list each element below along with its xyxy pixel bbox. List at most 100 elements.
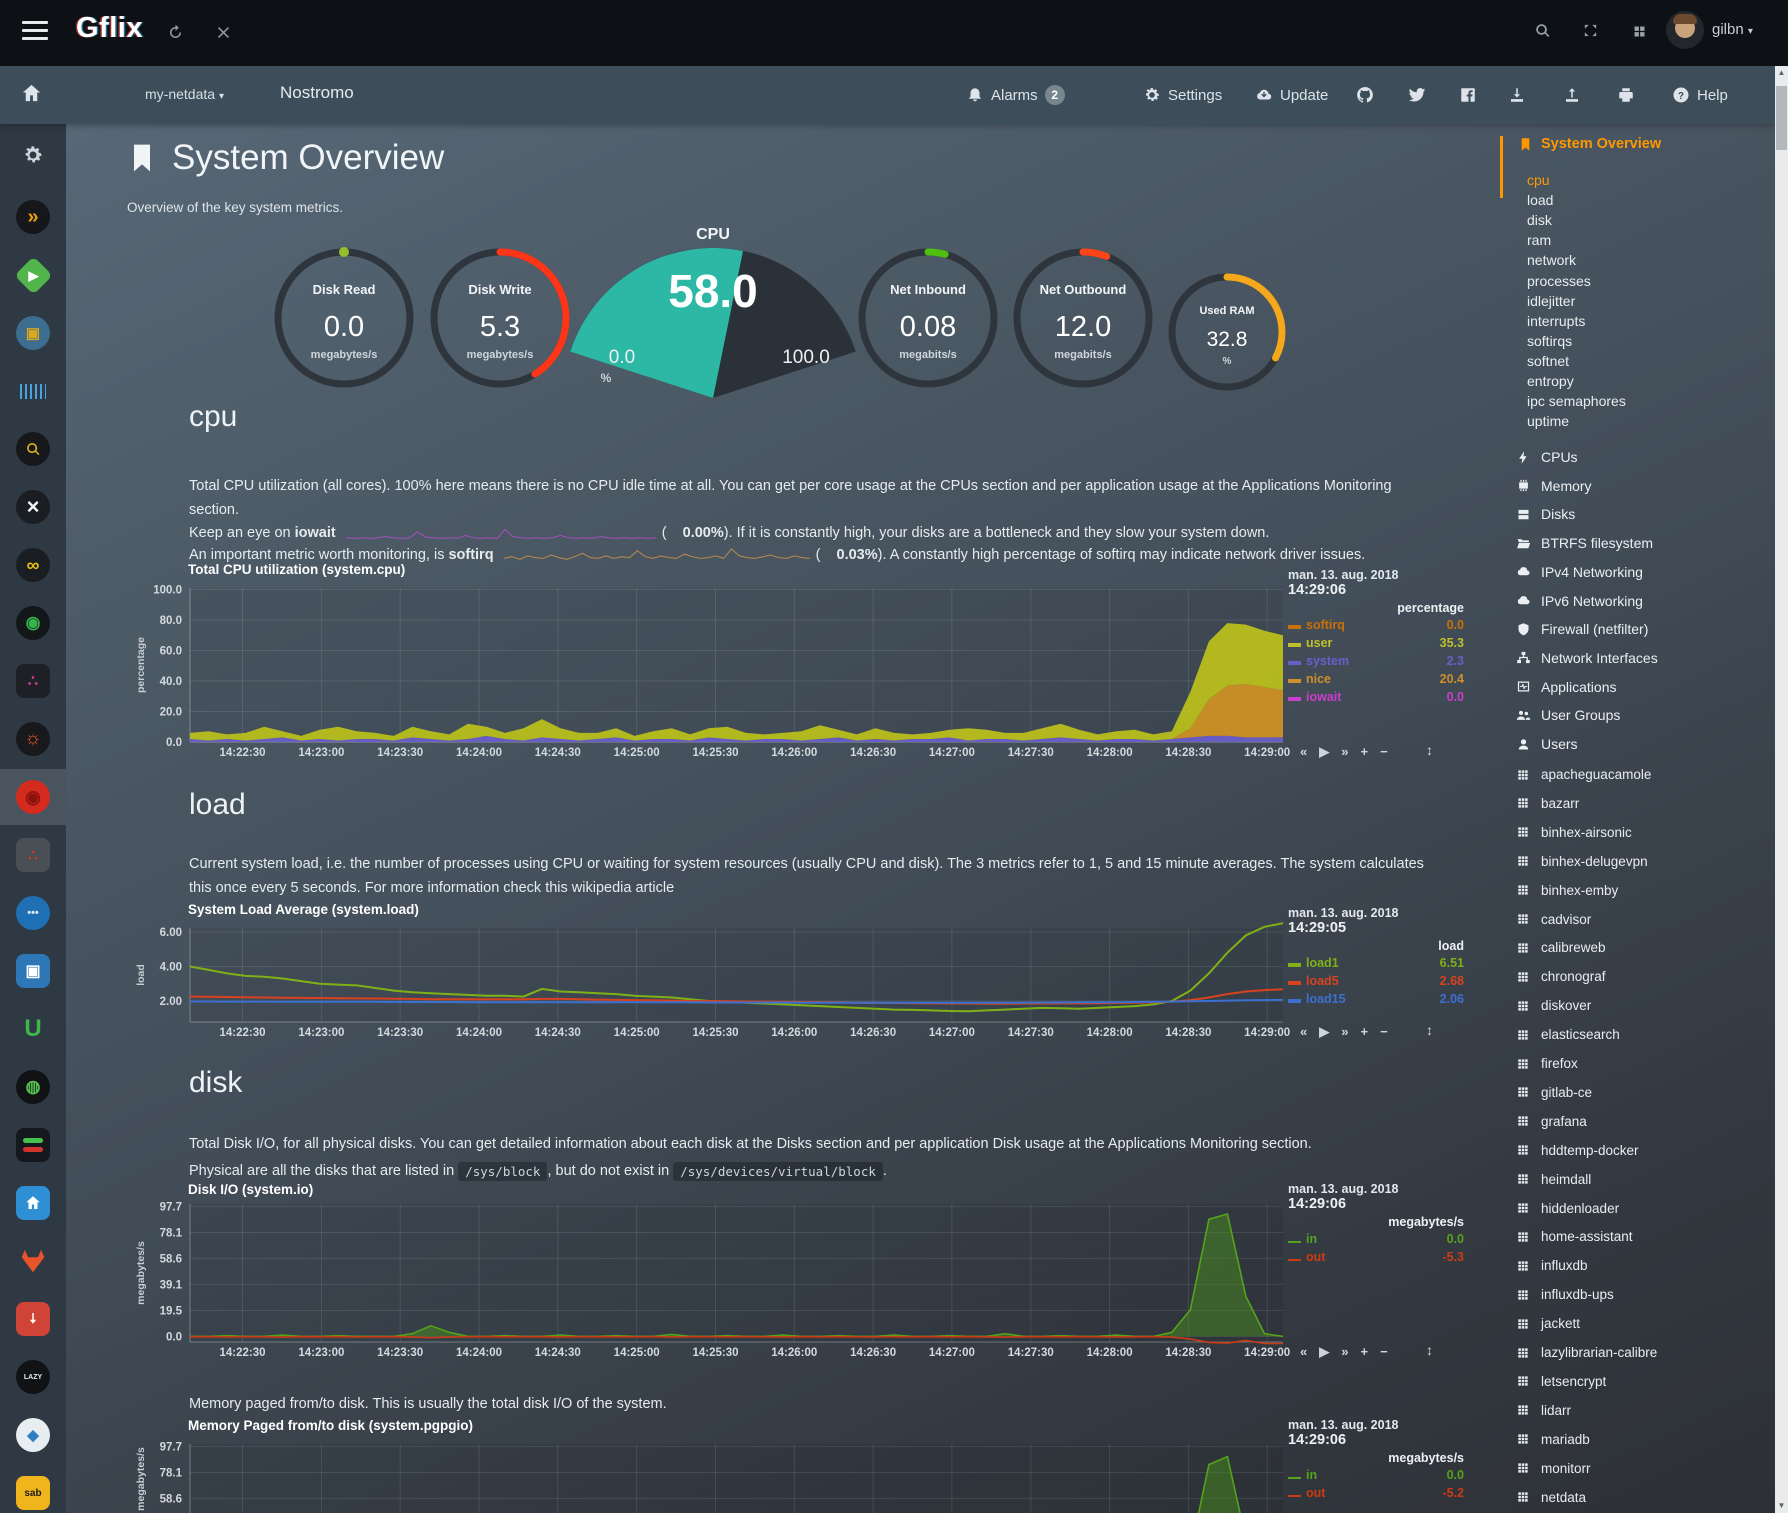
server-dropdown[interactable]: my-netdata ▾ [145,86,224,102]
sidebar-app-jackett[interactable]: jackett [1516,1316,1580,1331]
user-menu[interactable]: gilbn ▾ [1712,21,1753,38]
vertical-scrollbar[interactable]: ▲ ▼ [1775,66,1788,1513]
refresh-tab-icon[interactable] [166,23,185,42]
chart-resize-handle[interactable]: ↕ [1426,1342,1433,1358]
ndbar-twitter-button[interactable] [1408,66,1426,124]
rail-app-get-app[interactable] [0,1300,66,1338]
pan-forward-icon[interactable]: » [1341,1024,1348,1040]
sidebar-item-uptime[interactable]: uptime [1527,413,1569,429]
ndbar-upload-button[interactable] [1563,66,1581,124]
gauge-used-ram[interactable]: Used RAM 32.8 % [1158,263,1296,401]
sidebar-section-cpus[interactable]: CPUs [1516,449,1578,465]
sidebar-app-elasticsearch[interactable]: elasticsearch [1516,1027,1620,1042]
sidebar-app-binhex-delugevpn[interactable]: binhex-delugevpn [1516,854,1648,869]
scroll-up-arrow[interactable]: ▲ [1775,66,1788,80]
disk-io-chart[interactable]: 14:22:3014:23:0014:23:3014:24:0014:24:30… [130,1180,1470,1372]
sidebar-app-mariadb[interactable]: mariadb [1516,1432,1590,1447]
rail-app-portainer[interactable]: ▣ [0,952,66,990]
sidebar-item-cpu[interactable]: cpu [1527,172,1550,188]
ndbar-help-button[interactable]: ?Help [1672,66,1728,124]
sidebar-app-diskover[interactable]: diskover [1516,998,1591,1013]
zoom-in-icon[interactable]: + [1360,1024,1368,1040]
ndbar-settings-button[interactable]: Settings [1143,66,1222,124]
rail-app-status-app[interactable] [0,1126,66,1164]
zoom-in-icon[interactable]: + [1360,1344,1368,1360]
sidebar-app-binhex-airsonic[interactable]: binhex-airsonic [1516,825,1632,840]
rail-app-unraid[interactable]: U [0,1010,66,1048]
sidebar-item-idlejitter[interactable]: idlejitter [1527,293,1575,309]
app-title[interactable]: Gflix [76,12,143,45]
sidebar-app-chronograf[interactable]: chronograf [1516,969,1606,984]
chart-plot[interactable]: 14:22:3014:23:0014:23:3014:24:0014:24:30… [130,900,1470,1050]
zoom-in-icon[interactable]: + [1360,744,1368,760]
play-icon[interactable]: ▶ [1319,1024,1329,1040]
legend-nice[interactable]: nice 20.4 [1288,670,1464,688]
sidebar-app-monitorr[interactable]: monitorr [1516,1461,1591,1476]
sidebar-app-netdata[interactable]: netdata [1516,1490,1586,1505]
pan-back-icon[interactable]: « [1300,1344,1307,1360]
sidebar-app-gitlab-ce[interactable]: gitlab-ce [1516,1085,1592,1100]
hostname[interactable]: Nostromo [280,83,354,103]
sidebar-item-softnet[interactable]: softnet [1527,353,1569,369]
sidebar-section-system-overview[interactable]: System Overview [1518,136,1661,152]
sidebar-item-interrupts[interactable]: interrupts [1527,313,1585,329]
rail-app-tautulli[interactable]: ▣ [0,314,66,352]
rail-app-netdata[interactable]: ◉ [0,778,66,816]
cpu-chart[interactable]: 14:22:3014:23:0014:23:3014:24:0014:24:30… [130,560,1470,774]
sidebar-section-btrfs-filesystem[interactable]: BTRFS filesystem [1516,535,1653,551]
zoom-out-icon[interactable]: − [1380,744,1388,760]
scroll-down-arrow[interactable]: ▼ [1775,1499,1788,1513]
sidebar-app-hiddenloader[interactable]: hiddenloader [1516,1201,1619,1216]
sidebar-section-memory[interactable]: Memory [1516,478,1592,494]
ndbar-printer-button[interactable] [1617,66,1635,124]
scrollbar-thumb[interactable] [1776,86,1787,150]
legend-load1[interactable]: load1 6.51 [1288,954,1464,972]
home-icon[interactable] [20,82,43,105]
rail-app-synclounge[interactable]: ∴ [0,662,66,700]
ndbar-github-button[interactable] [1356,66,1374,124]
sidebar-section-firewall-netfilter-[interactable]: Firewall (netfilter) [1516,621,1648,637]
ndbar-facebook-button[interactable] [1459,66,1477,124]
fullscreen-icon[interactable] [1582,22,1599,39]
sidebar-item-ipc-semaphores[interactable]: ipc semaphores [1527,393,1626,409]
sidebar-section-disks[interactable]: Disks [1516,506,1575,522]
sidebar-item-entropy[interactable]: entropy [1527,373,1574,389]
apps-grid-icon[interactable] [1632,24,1647,39]
ndbar-alarms-button[interactable]: Alarms2 [966,66,1065,124]
sidebar-section-ipv6-networking[interactable]: IPv6 Networking [1516,593,1643,609]
sidebar-app-firefox[interactable]: firefox [1516,1056,1578,1071]
sidebar-app-grafana[interactable]: grafana [1516,1114,1587,1129]
legend-in[interactable]: in 0.0 [1288,1230,1464,1248]
rail-app-couchpotato[interactable]: ◉ [0,604,66,642]
sidebar-item-ram[interactable]: ram [1527,232,1551,248]
sidebar-app-calibreweb[interactable]: calibreweb [1516,940,1606,955]
sidebar-section-applications[interactable]: Applications [1516,679,1617,695]
gauge-disk-read[interactable]: Disk Read 0.0 megabytes/s [264,238,424,398]
sidebar-item-softirqs[interactable]: softirqs [1527,333,1572,349]
pgpgio-chart[interactable]: 97.778.158.6megabytes/sMemory Paged from… [130,1416,1470,1513]
play-icon[interactable]: ▶ [1319,744,1329,760]
sidebar-app-influxdb[interactable]: influxdb [1516,1258,1588,1273]
rail-app-plex[interactable]: » [0,198,66,236]
rail-app-sonarr[interactable]: ∞ [0,546,66,584]
ndbar-update-button[interactable]: Update [1255,66,1328,124]
menu-icon[interactable] [22,21,48,43]
gauge-cpu[interactable]: 58.0 0.0 % 100.0 [563,225,863,415]
sidebar-section-ipv4-networking[interactable]: IPv4 Networking [1516,564,1643,580]
sidebar-item-disk[interactable]: disk [1527,212,1552,228]
legend-load5[interactable]: load5 2.68 [1288,972,1464,990]
legend-load15[interactable]: load15 2.06 [1288,990,1464,1008]
sidebar-app-heimdall[interactable]: heimdall [1516,1172,1591,1187]
search-icon[interactable] [1534,22,1552,40]
rail-app-rutorrent[interactable]: ◍ [0,1068,66,1106]
rail-app-deluge[interactable]: ••• [0,894,66,932]
legend-in[interactable]: in 0.0 [1288,1466,1464,1484]
sidebar-app-lazylibrarian-calibre[interactable]: lazylibrarian-calibre [1516,1345,1657,1360]
rail-app-sabnzbd[interactable]: sab [0,1474,66,1512]
rail-app-jackett[interactable] [0,430,66,468]
zoom-out-icon[interactable]: − [1380,1344,1388,1360]
sidebar-app-letsencrypt[interactable]: letsencrypt [1516,1374,1606,1389]
rail-app-jdownloader[interactable]: ∴ [0,836,66,874]
sidebar-section-network-interfaces[interactable]: Network Interfaces [1516,650,1658,666]
pan-forward-icon[interactable]: » [1341,1344,1348,1360]
